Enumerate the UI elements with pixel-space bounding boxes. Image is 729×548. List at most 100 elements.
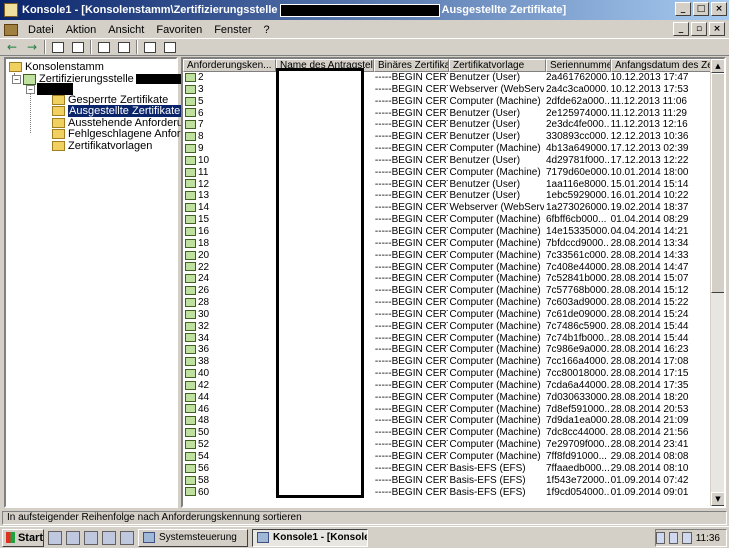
table-row[interactable]: 7 -----BEGIN CERT...Benutzer (User) 2e3dc4… <box>183 119 713 131</box>
cell-cert-template: Computer (Machine) <box>449 95 541 107</box>
table-row[interactable]: 10 -----BEGIN CERT...Benutzer (User) 4d297… <box>183 155 713 167</box>
tray-network-icon[interactable] <box>682 532 692 544</box>
table-row[interactable]: 11 -----BEGIN CERT...Computer (Machine) 71… <box>183 167 713 179</box>
cell-request-id: 20 <box>183 250 275 262</box>
table-row[interactable]: 54 -----BEGIN CERT...Computer (Machine) 7f… <box>183 451 713 463</box>
menu-aktion[interactable]: Aktion <box>60 24 103 36</box>
cell-binary-cert: -----BEGIN CERT... <box>374 297 448 309</box>
tree-item-root[interactable]: Konsolenstamm <box>9 61 104 73</box>
scroll-up-arrow-icon[interactable]: ▲ <box>711 59 724 73</box>
table-row[interactable]: 18 -----BEGIN CERT...Computer (Machine) 7b… <box>183 238 713 250</box>
forward-arrow-icon[interactable]: → <box>24 40 40 54</box>
mmc-app-icon[interactable] <box>4 3 18 17</box>
menu-help[interactable]: ? <box>258 24 276 36</box>
collapse-expander[interactable]: − <box>12 74 21 84</box>
table-row[interactable]: 34 -----BEGIN CERT...Computer (Machine) 7c… <box>183 333 713 345</box>
table-row[interactable]: 40 -----BEGIN CERT...Computer (Machine) 7c… <box>183 368 713 380</box>
column-header-serial-number[interactable]: Seriennummer <box>546 59 611 72</box>
table-row[interactable]: 13 -----BEGIN CERT...Benutzer (User) 1ebc5… <box>183 190 713 202</box>
tree-item-templates[interactable]: Zertifikatvorlagen <box>52 140 152 152</box>
cell-cert-template: Benutzer (User) <box>449 72 521 83</box>
table-row[interactable]: 12 -----BEGIN CERT...Benutzer (User) 1aa11… <box>183 179 713 191</box>
close-button[interactable]: × <box>711 2 727 16</box>
inner-restore-button[interactable]: ▫ <box>691 22 707 36</box>
quicklaunch-explorer-icon[interactable] <box>48 530 62 545</box>
table-row[interactable]: 2 -----BEGIN CERT...Benutzer (User) 2a4617… <box>183 72 713 84</box>
cell-start-date: 11.12.2013 11:06 <box>610 95 687 107</box>
table-row[interactable]: 30 -----BEGIN CERT...Computer (Machine) 7c… <box>183 309 713 321</box>
table-row[interactable]: 15 -----BEGIN CERT...Computer (Machine) 6f… <box>183 214 713 226</box>
cell-request-id: 11 <box>183 167 275 179</box>
table-row[interactable]: 16 -----BEGIN CERT...Computer (Machine) 14… <box>183 226 713 238</box>
table-row[interactable]: 44 -----BEGIN CERT...Computer (Machine) 7d… <box>183 392 713 404</box>
table-row[interactable]: 38 -----BEGIN CERT...Computer (Machine) 7c… <box>183 356 713 368</box>
table-row[interactable]: 8 -----BEGIN CERT...Benutzer (User) 330893… <box>183 131 713 143</box>
column-header-cert-template[interactable]: Zertifikatvorlage <box>449 59 546 72</box>
table-row[interactable]: 36 -----BEGIN CERT...Computer (Machine) 7c… <box>183 344 713 356</box>
table-row[interactable]: 6 -----BEGIN CERT...Benutzer (User) 2e1259… <box>183 108 713 120</box>
table-row[interactable]: 9 -----BEGIN CERT...Computer (Machine) 4b1… <box>183 143 713 155</box>
table-row[interactable]: 50 -----BEGIN CERT...Computer (Machine) 7d… <box>183 427 713 439</box>
start-button[interactable]: Start <box>2 528 44 547</box>
table-row[interactable]: 5 -----BEGIN CERT...Computer (Machine) 2df… <box>183 96 713 108</box>
menu-fenster[interactable]: Fenster <box>208 24 257 36</box>
table-row[interactable]: 58 -----BEGIN CERT...Basis-EFS (EFS) 1f543… <box>183 475 713 487</box>
quicklaunch-network-icon[interactable] <box>84 530 98 545</box>
request-id: 14 <box>198 202 210 214</box>
menu-ansicht[interactable]: Ansicht <box>102 24 150 36</box>
table-row[interactable]: 52 -----BEGIN CERT...Computer (Machine) 7e… <box>183 439 713 451</box>
scrollbar-thumb[interactable] <box>711 73 724 293</box>
column-header-request-id[interactable]: Anforderungsken... <box>183 59 276 72</box>
maximize-button[interactable]: □ <box>693 2 709 16</box>
minimize-button[interactable]: _ <box>675 2 691 16</box>
table-row[interactable]: 24 -----BEGIN CERT...Computer (Machine) 7c… <box>183 273 713 285</box>
cell-request-id: 28 <box>183 297 275 309</box>
quicklaunch-app-icon[interactable] <box>120 530 134 545</box>
back-arrow-icon[interactable]: ← <box>4 40 20 54</box>
table-row[interactable]: 56 -----BEGIN CERT...Basis-EFS (EFS) 7ffaa… <box>183 463 713 475</box>
table-row[interactable]: 14 -----BEGIN CERT...Webserver (WebServer… <box>183 202 713 214</box>
column-header-binary-cert[interactable]: Binäres Zertifikat <box>374 59 449 72</box>
tray-monitor-icon[interactable] <box>656 532 666 544</box>
up-level-icon[interactable] <box>50 40 66 54</box>
refresh-icon[interactable] <box>96 40 112 54</box>
cell-cert-template: Benutzer (User) <box>449 107 521 119</box>
help-icon[interactable] <box>142 40 158 54</box>
cell-request-id: 6 <box>183 108 275 120</box>
table-row[interactable]: 26 -----BEGIN CERT...Computer (Machine) 7c… <box>183 285 713 297</box>
table-row[interactable]: 20 -----BEGIN CERT...Computer (Machine) 7c… <box>183 250 713 262</box>
table-row[interactable]: 3 -----BEGIN CERT...Webserver (WebServer)… <box>183 84 713 96</box>
column-header-start-date[interactable]: Anfangsdatum des Zertifikats <box>611 59 716 72</box>
request-id: 54 <box>198 451 210 462</box>
list-header: Anforderungsken... Name des Antragstelle… <box>183 59 716 72</box>
quicklaunch-tool-icon[interactable] <box>102 530 116 545</box>
show-hide-tree-icon[interactable] <box>70 40 86 54</box>
cell-serial-number: 7179d60e000... <box>545 166 609 178</box>
tray-shield-icon[interactable] <box>669 532 679 544</box>
taskbar-button-systemsteuerung[interactable]: Systemsteuerung <box>138 528 248 547</box>
window-titlebar[interactable]: Konsole1 - [Konsolenstamm\Zertifizierung… <box>0 0 729 20</box>
cell-serial-number: 7c7486c5900... <box>545 320 609 332</box>
inner-close-button[interactable]: × <box>709 22 725 36</box>
table-row[interactable]: 60 -----BEGIN CERT...Basis-EFS (EFS) 1f9cd… <box>183 487 713 499</box>
table-row[interactable]: 28 -----BEGIN CERT...Computer (Machine) 7c… <box>183 297 713 309</box>
collapse-expander[interactable]: − <box>26 84 35 94</box>
export-list-icon[interactable] <box>116 40 132 54</box>
request-id: 9 <box>198 143 204 155</box>
menu-favoriten[interactable]: Favoriten <box>150 24 208 36</box>
vertical-scrollbar[interactable]: ▲ ▼ <box>710 59 724 506</box>
inner-minimize-button[interactable]: _ <box>673 22 689 36</box>
menu-datei[interactable]: Datei <box>22 24 60 36</box>
table-row[interactable]: 48 -----BEGIN CERT...Computer (Machine) 7d… <box>183 415 713 427</box>
console-menu-icon[interactable] <box>4 23 18 36</box>
taskbar-button-konsole[interactable]: Konsole1 - [Konsolen... <box>252 528 368 547</box>
table-row[interactable]: 32 -----BEGIN CERT...Computer (Machine) 7c… <box>183 321 713 333</box>
table-row[interactable]: 42 -----BEGIN CERT...Computer (Machine) 7c… <box>183 380 713 392</box>
quicklaunch-ie-icon[interactable] <box>66 530 80 545</box>
table-row[interactable]: 46 -----BEGIN CERT...Computer (Machine) 7d… <box>183 404 713 416</box>
table-row[interactable]: 22 -----BEGIN CERT...Computer (Machine) 7c… <box>183 262 713 274</box>
scroll-down-arrow-icon[interactable]: ▼ <box>711 492 724 506</box>
properties-icon[interactable] <box>162 40 178 54</box>
cell-request-id: 8 <box>183 131 275 143</box>
tree-item-issued[interactable]: Ausgestellte Zertifikate <box>52 105 182 117</box>
